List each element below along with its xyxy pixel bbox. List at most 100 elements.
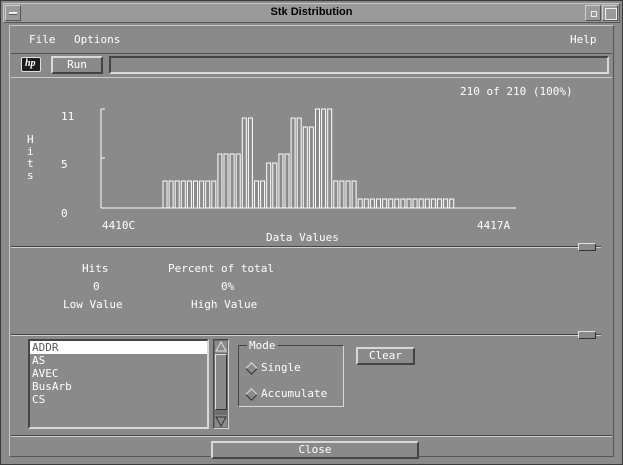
- scroll-down-icon[interactable]: [215, 415, 227, 428]
- histogram-bar: [406, 198, 412, 209]
- y-tick-0: 0: [61, 207, 68, 220]
- histogram-bar: [162, 180, 168, 209]
- histogram-bar: [321, 108, 327, 209]
- toolbar: hp Run: [11, 53, 612, 76]
- histogram-bar: [369, 198, 375, 209]
- histogram-bar: [363, 198, 369, 209]
- histogram-bar: [345, 180, 351, 209]
- histogram-bar: [382, 198, 388, 209]
- histogram-bar: [327, 108, 333, 209]
- menu-bar: File Options Help: [11, 27, 612, 51]
- histogram-bar: [412, 198, 418, 209]
- histogram-bar: [241, 117, 247, 209]
- histogram-bar: [174, 180, 180, 209]
- histogram-bar: [272, 162, 278, 209]
- menu-help[interactable]: Help: [570, 33, 597, 46]
- histogram-bar: [180, 180, 186, 209]
- single-label: Single: [261, 361, 301, 374]
- histogram-bar: [266, 162, 272, 209]
- histogram-bar: [217, 153, 223, 209]
- histogram-bar: [418, 198, 424, 209]
- mode-title: Mode: [247, 339, 278, 352]
- stk-distribution-window: Stk Distribution File Options Help hp Ru…: [0, 0, 623, 465]
- histogram-bar: [443, 198, 449, 209]
- clear-button[interactable]: Clear: [356, 347, 415, 365]
- histogram-bar: [339, 180, 345, 209]
- list-item[interactable]: AS: [30, 354, 207, 367]
- label-listbox[interactable]: ADDR AS AVEC BusArb CS: [28, 339, 209, 429]
- minimize-button[interactable]: [585, 5, 601, 21]
- y-axis-label: Hits: [27, 133, 34, 182]
- divider-1: [11, 246, 601, 248]
- list-item[interactable]: BusArb: [30, 380, 207, 393]
- x-axis-label: Data Values: [266, 231, 339, 244]
- single-radio[interactable]: [245, 362, 258, 375]
- histogram-bar: [254, 180, 259, 209]
- histogram-bar: [357, 198, 363, 209]
- histogram-chart: 210 of 210 (100%) 11 5 0 Hits 4410C 4417…: [27, 85, 573, 244]
- histogram-bar: [308, 126, 314, 209]
- histogram-bar: [315, 108, 320, 209]
- histogram-bar: [284, 153, 290, 209]
- count-label: 210 of 210 (100%): [460, 85, 573, 98]
- histogram-bar: [290, 117, 296, 209]
- histogram-bar: [229, 153, 235, 209]
- histogram-bar: [223, 153, 229, 209]
- histogram-bar: [302, 126, 308, 209]
- histogram-bar: [376, 198, 381, 209]
- histogram-bar: [278, 153, 284, 209]
- histogram-bar: [424, 198, 430, 209]
- histogram-bar: [168, 180, 174, 209]
- y-tick-11: 11: [61, 110, 74, 123]
- list-item[interactable]: AVEC: [30, 367, 207, 380]
- histogram-bar: [430, 198, 436, 209]
- histogram-bar: [193, 180, 198, 209]
- y-axis-label-letter: s: [27, 169, 34, 182]
- scroll-up-icon[interactable]: [215, 340, 227, 353]
- list-item[interactable]: CS: [30, 393, 207, 406]
- title-bar[interactable]: Stk Distribution: [3, 3, 620, 23]
- histogram-bar: [186, 180, 192, 209]
- list-scrollbar[interactable]: [213, 339, 229, 429]
- histogram-bar: [211, 180, 217, 209]
- x-end-label: 4417A: [477, 219, 510, 232]
- divider-2: [11, 334, 601, 336]
- divider-3: [11, 435, 612, 437]
- list-item[interactable]: ADDR: [30, 341, 207, 354]
- accumulate-radio[interactable]: [245, 388, 258, 401]
- hits-label: Hits: [82, 262, 109, 275]
- hits-value: 0: [93, 280, 100, 293]
- status-field: [109, 56, 609, 74]
- histogram-bar: [235, 153, 241, 209]
- low-value-label: Low Value: [63, 298, 123, 311]
- x-start-label: 4410C: [102, 219, 135, 232]
- histogram-bar: [351, 180, 357, 209]
- y-tick-5: 5: [61, 158, 68, 171]
- histogram-bar: [437, 198, 442, 209]
- pane-sash-1[interactable]: [578, 243, 596, 251]
- scroll-thumb[interactable]: [215, 354, 227, 410]
- histogram-bar: [260, 180, 266, 209]
- histogram-bar: [296, 117, 302, 209]
- close-button[interactable]: Close: [211, 441, 419, 459]
- histogram-bar: [400, 198, 406, 209]
- histogram-bar: [199, 180, 205, 209]
- histogram-bar: [449, 198, 455, 209]
- mode-group: Mode Single Accumulate: [238, 339, 344, 407]
- histogram-bar: [247, 117, 253, 209]
- histogram-bar: [205, 180, 211, 209]
- accumulate-label: Accumulate: [261, 387, 328, 400]
- pane-sash-2[interactable]: [578, 331, 596, 339]
- high-value-label: High Value: [191, 298, 258, 311]
- hp-logo-icon: hp: [21, 57, 41, 72]
- percent-label: Percent of total: [168, 262, 274, 275]
- run-button[interactable]: Run: [51, 56, 103, 74]
- percent-value: 0%: [221, 280, 235, 293]
- histogram-bar: [394, 198, 400, 209]
- menu-options[interactable]: Options: [74, 33, 120, 46]
- chart-area: 210 of 210 (100%) 11 5 0 Hits 4410C 4417…: [11, 77, 612, 246]
- histogram-bar: [333, 180, 339, 209]
- menu-file[interactable]: File: [29, 33, 56, 46]
- window-title: Stk Distribution: [270, 6, 353, 18]
- maximize-button[interactable]: [602, 5, 618, 21]
